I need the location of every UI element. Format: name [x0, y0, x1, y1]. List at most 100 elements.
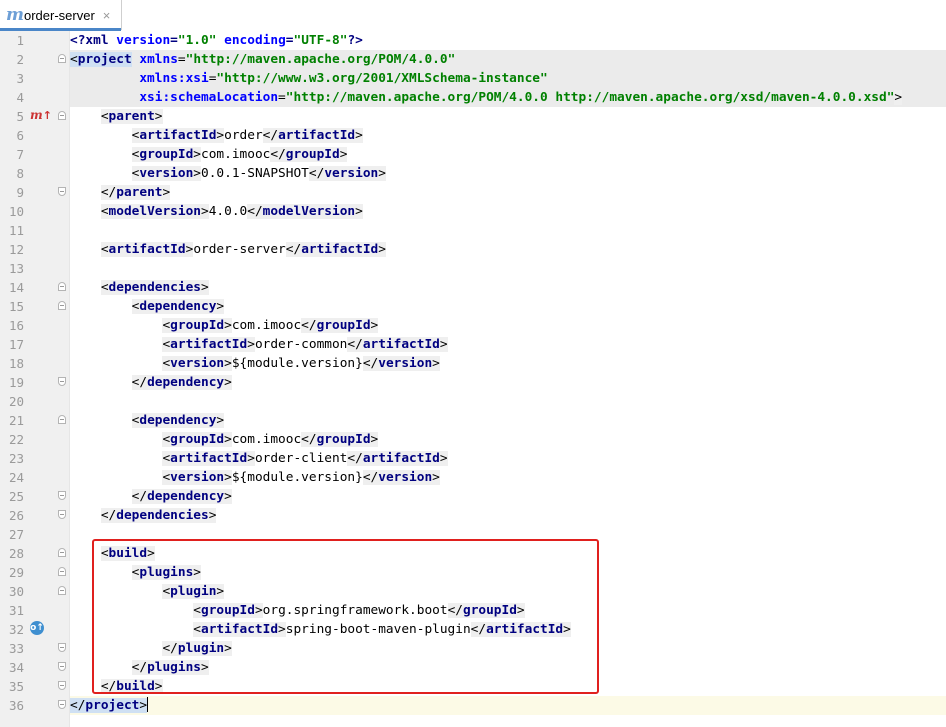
code-line[interactable]: 13 [0, 259, 946, 278]
code-text: <artifactId>spring-boot-maven-plugin</ar… [193, 622, 571, 637]
code-line[interactable]: 9 </parent> [0, 183, 946, 202]
line-number: 29 [8, 565, 24, 580]
line-number: 25 [8, 489, 24, 504]
line-number: 13 [8, 261, 24, 276]
code-line[interactable]: 23 <artifactId>order-client</artifactId> [0, 449, 946, 468]
code-text: <plugin> [162, 584, 225, 599]
code-line[interactable]: 20 [0, 392, 946, 411]
fold-collapse-icon[interactable] [58, 567, 66, 576]
code-text: <version>${module.version}</version> [162, 470, 440, 485]
code-line[interactable]: 4 xsi:schemaLocation="http://maven.apach… [0, 88, 946, 107]
tab-order-server[interactable]: m order-server × [0, 0, 122, 31]
code-line[interactable]: 35 </build> [0, 677, 946, 696]
code-editor[interactable]: 1 <?xml version="1.0" encoding="UTF-8"?> 2… [0, 31, 946, 727]
code-line[interactable]: 24 <version>${module.version}</version> [0, 468, 946, 487]
fold-end-icon[interactable] [58, 662, 66, 671]
line-number: 19 [8, 375, 24, 390]
line-number: 24 [8, 470, 24, 485]
fold-end-icon[interactable] [58, 187, 66, 196]
code-text: <artifactId>order-server</artifactId> [100, 242, 386, 257]
fold-collapse-icon[interactable] [58, 54, 66, 63]
close-icon[interactable]: × [103, 8, 111, 23]
code-text: <plugins> [131, 565, 202, 580]
fold-end-icon[interactable] [58, 510, 66, 519]
code-line[interactable]: 25 </dependency> [0, 487, 946, 506]
code-text: <version>${module.version}</version> [162, 356, 440, 371]
code-line[interactable]: 27 [0, 525, 946, 544]
code-line[interactable]: 32 o↑ <artifactId>spring-boot-maven-plugi… [0, 620, 946, 639]
code-line[interactable]: 5 m↑ <parent> [0, 107, 946, 126]
line-number: 17 [8, 337, 24, 352]
code-line[interactable]: 33 </plugin> [0, 639, 946, 658]
code-text: <groupId>com.imooc</groupId> [162, 318, 379, 333]
code-text: </dependency> [131, 375, 232, 390]
code-line[interactable]: 1 <?xml version="1.0" encoding="UTF-8"?> [0, 31, 946, 50]
maven-parent-icon[interactable]: m↑ [30, 108, 52, 125]
fold-end-icon[interactable] [58, 681, 66, 690]
code-text: </plugins> [131, 660, 209, 675]
tab-label: order-server [24, 7, 95, 23]
line-number: 1 [16, 33, 24, 48]
line-number: 30 [8, 584, 24, 599]
fold-end-icon[interactable] [58, 700, 66, 709]
line-number: 6 [16, 128, 24, 143]
text-caret [147, 697, 149, 712]
code-line[interactable]: 36 </project> [0, 696, 946, 715]
code-line[interactable]: 34 </plugins> [0, 658, 946, 677]
code-text: <build> [100, 546, 155, 561]
code-line[interactable]: 28 <build> [0, 544, 946, 563]
code-line[interactable]: 19 </dependency> [0, 373, 946, 392]
code-line[interactable]: 15 <dependency> [0, 297, 946, 316]
code-line[interactable]: 2 <project xmlns="http://maven.apache.org… [0, 50, 946, 69]
line-number: 8 [16, 166, 24, 181]
line-number: 16 [8, 318, 24, 333]
line-number: 14 [8, 280, 24, 295]
code-line[interactable]: 26 </dependencies> [0, 506, 946, 525]
fold-collapse-icon[interactable] [58, 415, 66, 424]
line-number: 15 [8, 299, 24, 314]
line-number: 26 [8, 508, 24, 523]
fold-collapse-icon[interactable] [58, 111, 66, 120]
fold-end-icon[interactable] [58, 643, 66, 652]
code-text: <artifactId>order-client</artifactId> [162, 451, 448, 466]
code-text: xsi:schemaLocation="http://maven.apache.… [139, 90, 903, 105]
code-line[interactable]: 18 <version>${module.version}</version> [0, 354, 946, 373]
code-line[interactable]: 3 xmlns:xsi="http://www.w3.org/2001/XMLS… [0, 69, 946, 88]
line-number: 2 [16, 52, 24, 67]
code-line[interactable]: 21 <dependency> [0, 411, 946, 430]
code-line[interactable]: 10 <modelVersion>4.0.0</modelVersion> [0, 202, 946, 221]
line-number: 10 [8, 204, 24, 219]
line-number: 21 [8, 413, 24, 428]
code-line[interactable]: 17 <artifactId>order-common</artifactId> [0, 335, 946, 354]
code-text: <groupId>com.imooc</groupId> [162, 432, 379, 447]
code-text: </parent> [100, 185, 171, 200]
code-text: <dependencies> [100, 280, 209, 295]
code-line[interactable]: 7 <groupId>com.imooc</groupId> [0, 145, 946, 164]
code-line[interactable]: 30 <plugin> [0, 582, 946, 601]
code-text: <version>0.0.1-SNAPSHOT</version> [131, 166, 386, 181]
code-line[interactable]: 14 <dependencies> [0, 278, 946, 297]
fold-collapse-icon[interactable] [58, 586, 66, 595]
code-line[interactable]: 12 <artifactId>order-server</artifactId> [0, 240, 946, 259]
line-number: 33 [8, 641, 24, 656]
code-line[interactable]: 16 <groupId>com.imooc</groupId> [0, 316, 946, 335]
code-line[interactable]: 8 <version>0.0.1-SNAPSHOT</version> [0, 164, 946, 183]
line-number: 20 [8, 394, 24, 409]
code-text: xmlns:xsi="http://www.w3.org/2001/XMLSch… [139, 71, 548, 86]
code-line[interactable]: 31 <groupId>org.springframework.boot</gr… [0, 601, 946, 620]
code-line[interactable]: 22 <groupId>com.imooc</groupId> [0, 430, 946, 449]
line-number: 34 [8, 660, 24, 675]
code-text: <project xmlns="http://maven.apache.org/… [70, 52, 456, 67]
code-line[interactable]: 6 <artifactId>order</artifactId> [0, 126, 946, 145]
fold-end-icon[interactable] [58, 377, 66, 386]
code-text: </dependency> [131, 489, 232, 504]
code-line[interactable]: 11 [0, 221, 946, 240]
fold-end-icon[interactable] [58, 491, 66, 500]
code-line[interactable]: 29 <plugins> [0, 563, 946, 582]
fold-collapse-icon[interactable] [58, 282, 66, 291]
fold-collapse-icon[interactable] [58, 548, 66, 557]
line-number: 3 [16, 71, 24, 86]
code-text: </project> [70, 697, 149, 713]
fold-collapse-icon[interactable] [58, 301, 66, 310]
override-icon[interactable]: o↑ [30, 621, 44, 635]
